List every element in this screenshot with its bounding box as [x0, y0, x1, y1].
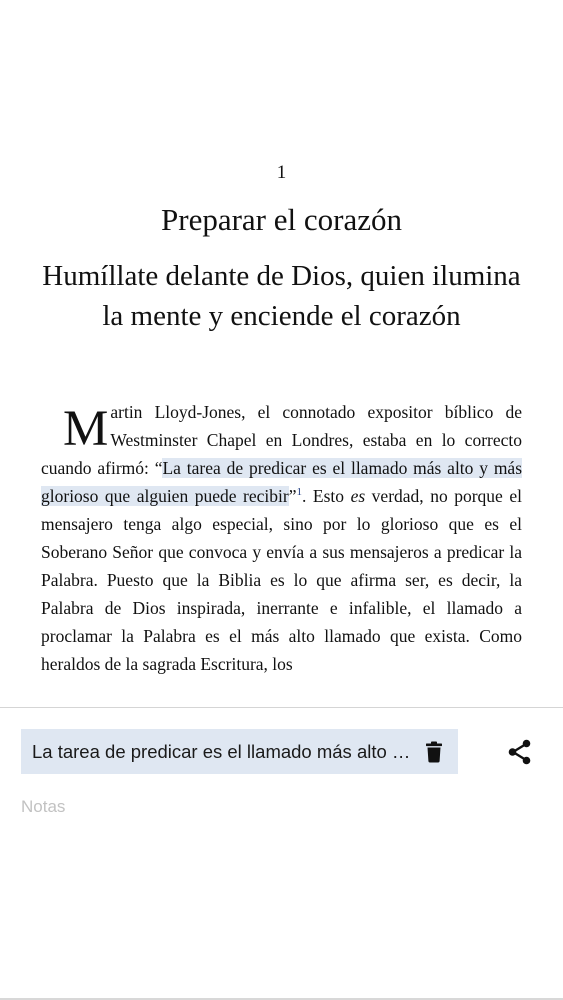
- share-button[interactable]: [502, 734, 538, 770]
- trash-icon: [426, 741, 442, 762]
- share-icon: [508, 739, 531, 765]
- emphasis-word: es: [350, 486, 366, 506]
- highlight-excerpt[interactable]: La tarea de predicar es el llamado más a…: [21, 741, 414, 763]
- panel-divider: [0, 707, 563, 708]
- paragraph-text-end: verdad, no porque el mensajero tenga alg…: [41, 486, 522, 674]
- chapter-title: Preparar el corazón: [161, 202, 402, 237]
- notes-input[interactable]: [21, 793, 521, 821]
- chapter-body-paragraph[interactable]: Martin Lloyd-Jones, el connotado exposit…: [41, 398, 522, 703]
- drop-cap: M: [63, 401, 109, 457]
- highlight-chip[interactable]: La tarea de predicar es el llamado más a…: [21, 729, 458, 774]
- paragraph-text-middle: . Esto: [302, 486, 351, 506]
- quote-close: ”: [288, 486, 297, 506]
- chapter-number: 1: [276, 162, 287, 183]
- chapter-subtitle: Humíllate delante de Dios, quien ilumina…: [42, 260, 521, 332]
- delete-highlight-button[interactable]: [414, 729, 454, 774]
